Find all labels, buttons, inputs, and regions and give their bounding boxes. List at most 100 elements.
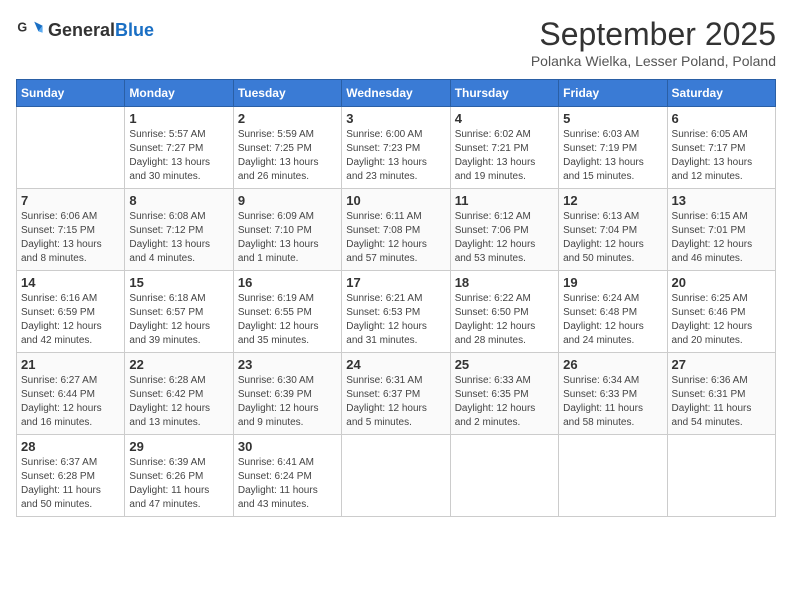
calendar-cell: 19 Sunrise: 6:24 AM Sunset: 6:48 PM Dayli… <box>559 271 667 353</box>
day-header-saturday: Saturday <box>667 80 775 107</box>
day-number: 27 <box>672 357 771 372</box>
calendar-cell <box>450 435 558 517</box>
title-area: September 2025 Polanka Wielka, Lesser Po… <box>531 16 776 69</box>
calendar-cell: 16 Sunrise: 6:19 AM Sunset: 6:55 PM Dayli… <box>233 271 341 353</box>
calendar-cell: 18 Sunrise: 6:22 AM Sunset: 6:50 PM Dayli… <box>450 271 558 353</box>
calendar-cell: 10 Sunrise: 6:11 AM Sunset: 7:08 PM Dayli… <box>342 189 450 271</box>
calendar-cell: 11 Sunrise: 6:12 AM Sunset: 7:06 PM Dayli… <box>450 189 558 271</box>
calendar-week-1: 1Sunrise: 5:57 AM Sunset: 7:27 PM Daylig… <box>17 107 776 189</box>
day-info: Sunrise: 6:21 AM Sunset: 6:53 PM Dayligh… <box>346 292 445 348</box>
day-number: 20 <box>672 275 771 290</box>
day-info: Sunrise: 6:03 AM Sunset: 7:19 PM Dayligh… <box>563 128 662 184</box>
day-info: Sunrise: 6:37 AM Sunset: 6:28 PM Dayligh… <box>21 456 120 512</box>
day-number: 11 <box>455 193 554 208</box>
day-info: Sunrise: 5:59 AM Sunset: 7:25 PM Dayligh… <box>238 128 337 184</box>
day-info: Sunrise: 6:41 AM Sunset: 6:24 PM Dayligh… <box>238 456 337 512</box>
calendar-cell: 14 Sunrise: 6:16 AM Sunset: 6:59 PM Dayli… <box>17 271 125 353</box>
calendar-week-4: 21Sunrise: 6:27 AM Sunset: 6:44 PM Dayli… <box>17 353 776 435</box>
logo: G GeneralBlue <box>16 16 154 44</box>
day-number: 19 <box>563 275 662 290</box>
calendar-cell: 25Sunrise: 6:33 AM Sunset: 6:35 PM Dayli… <box>450 353 558 435</box>
day-number: 18 <box>455 275 554 290</box>
day-info: Sunrise: 6:11 AM Sunset: 7:08 PM Dayligh… <box>346 210 445 266</box>
day-info: Sunrise: 6:24 AM Sunset: 6:48 PM Dayligh… <box>563 292 662 348</box>
day-number: 10 <box>346 193 445 208</box>
day-header-tuesday: Tuesday <box>233 80 341 107</box>
day-number: 16 <box>238 275 337 290</box>
calendar-cell: 21Sunrise: 6:27 AM Sunset: 6:44 PM Dayli… <box>17 353 125 435</box>
calendar-week-2: 7Sunrise: 6:06 AM Sunset: 7:15 PM Daylig… <box>17 189 776 271</box>
calendar-week-5: 28 Sunrise: 6:37 AM Sunset: 6:28 PM Dayli… <box>17 435 776 517</box>
day-number: 5 <box>563 111 662 126</box>
header-row: SundayMondayTuesdayWednesdayThursdayFrid… <box>17 80 776 107</box>
day-number: 6 <box>672 111 771 126</box>
day-number: 28 <box>21 439 120 454</box>
day-info: Sunrise: 6:22 AM Sunset: 6:50 PM Dayligh… <box>455 292 554 348</box>
calendar-cell: 27 Sunrise: 6:36 AM Sunset: 6:31 PM Dayli… <box>667 353 775 435</box>
calendar-cell: 24Sunrise: 6:31 AM Sunset: 6:37 PM Dayli… <box>342 353 450 435</box>
calendar-cell: 3 Sunrise: 6:00 AM Sunset: 7:23 PM Daylig… <box>342 107 450 189</box>
day-info: Sunrise: 6:19 AM Sunset: 6:55 PM Dayligh… <box>238 292 337 348</box>
day-info: Sunrise: 6:09 AM Sunset: 7:10 PM Dayligh… <box>238 210 337 266</box>
day-info: Sunrise: 6:36 AM Sunset: 6:31 PM Dayligh… <box>672 374 771 430</box>
day-info: Sunrise: 6:25 AM Sunset: 6:46 PM Dayligh… <box>672 292 771 348</box>
calendar-cell: 8Sunrise: 6:08 AM Sunset: 7:12 PM Daylig… <box>125 189 233 271</box>
day-info: Sunrise: 6:13 AM Sunset: 7:04 PM Dayligh… <box>563 210 662 266</box>
calendar-cell: 22Sunrise: 6:28 AM Sunset: 6:42 PM Dayli… <box>125 353 233 435</box>
day-number: 2 <box>238 111 337 126</box>
day-info: Sunrise: 6:12 AM Sunset: 7:06 PM Dayligh… <box>455 210 554 266</box>
day-number: 15 <box>129 275 228 290</box>
day-number: 8 <box>129 193 228 208</box>
day-number: 29 <box>129 439 228 454</box>
day-number: 14 <box>21 275 120 290</box>
subtitle: Polanka Wielka, Lesser Poland, Poland <box>531 53 776 69</box>
day-number: 13 <box>672 193 771 208</box>
day-number: 26 <box>563 357 662 372</box>
day-info: Sunrise: 6:39 AM Sunset: 6:26 PM Dayligh… <box>129 456 228 512</box>
calendar-cell: 17Sunrise: 6:21 AM Sunset: 6:53 PM Dayli… <box>342 271 450 353</box>
day-info: Sunrise: 6:30 AM Sunset: 6:39 PM Dayligh… <box>238 374 337 430</box>
calendar-cell: 9 Sunrise: 6:09 AM Sunset: 7:10 PM Daylig… <box>233 189 341 271</box>
day-info: Sunrise: 6:18 AM Sunset: 6:57 PM Dayligh… <box>129 292 228 348</box>
day-info: Sunrise: 6:00 AM Sunset: 7:23 PM Dayligh… <box>346 128 445 184</box>
day-number: 3 <box>346 111 445 126</box>
calendar-cell: 1Sunrise: 5:57 AM Sunset: 7:27 PM Daylig… <box>125 107 233 189</box>
calendar-cell <box>342 435 450 517</box>
calendar-cell: 23 Sunrise: 6:30 AM Sunset: 6:39 PM Dayli… <box>233 353 341 435</box>
day-number: 1 <box>129 111 228 126</box>
day-number: 7 <box>21 193 120 208</box>
month-title: September 2025 <box>531 16 776 53</box>
logo-icon: G <box>16 16 44 44</box>
day-info: Sunrise: 6:05 AM Sunset: 7:17 PM Dayligh… <box>672 128 771 184</box>
calendar-cell: 6 Sunrise: 6:05 AM Sunset: 7:17 PM Daylig… <box>667 107 775 189</box>
day-number: 9 <box>238 193 337 208</box>
calendar-cell: 7Sunrise: 6:06 AM Sunset: 7:15 PM Daylig… <box>17 189 125 271</box>
calendar-cell <box>17 107 125 189</box>
calendar-cell: 5 Sunrise: 6:03 AM Sunset: 7:19 PM Daylig… <box>559 107 667 189</box>
day-number: 12 <box>563 193 662 208</box>
day-info: Sunrise: 6:15 AM Sunset: 7:01 PM Dayligh… <box>672 210 771 266</box>
day-number: 30 <box>238 439 337 454</box>
calendar-cell: 28 Sunrise: 6:37 AM Sunset: 6:28 PM Dayli… <box>17 435 125 517</box>
calendar-cell: 12 Sunrise: 6:13 AM Sunset: 7:04 PM Dayli… <box>559 189 667 271</box>
day-number: 23 <box>238 357 337 372</box>
day-info: Sunrise: 6:33 AM Sunset: 6:35 PM Dayligh… <box>455 374 554 430</box>
day-number: 24 <box>346 357 445 372</box>
calendar-cell: 15 Sunrise: 6:18 AM Sunset: 6:57 PM Dayli… <box>125 271 233 353</box>
day-header-thursday: Thursday <box>450 80 558 107</box>
calendar-cell: 2 Sunrise: 5:59 AM Sunset: 7:25 PM Daylig… <box>233 107 341 189</box>
logo-blue: Blue <box>115 20 154 40</box>
day-number: 4 <box>455 111 554 126</box>
calendar-cell: 26 Sunrise: 6:34 AM Sunset: 6:33 PM Dayli… <box>559 353 667 435</box>
day-info: Sunrise: 6:02 AM Sunset: 7:21 PM Dayligh… <box>455 128 554 184</box>
header: G GeneralBlue September 2025 Polanka Wie… <box>16 16 776 69</box>
day-info: Sunrise: 6:34 AM Sunset: 6:33 PM Dayligh… <box>563 374 662 430</box>
calendar-cell: 4 Sunrise: 6:02 AM Sunset: 7:21 PM Daylig… <box>450 107 558 189</box>
calendar-table: SundayMondayTuesdayWednesdayThursdayFrid… <box>16 79 776 517</box>
calendar-cell: 29 Sunrise: 6:39 AM Sunset: 6:26 PM Dayli… <box>125 435 233 517</box>
logo-general: General <box>48 20 115 40</box>
day-header-sunday: Sunday <box>17 80 125 107</box>
day-info: Sunrise: 6:28 AM Sunset: 6:42 PM Dayligh… <box>129 374 228 430</box>
calendar-cell: 30 Sunrise: 6:41 AM Sunset: 6:24 PM Dayli… <box>233 435 341 517</box>
day-info: Sunrise: 6:16 AM Sunset: 6:59 PM Dayligh… <box>21 292 120 348</box>
